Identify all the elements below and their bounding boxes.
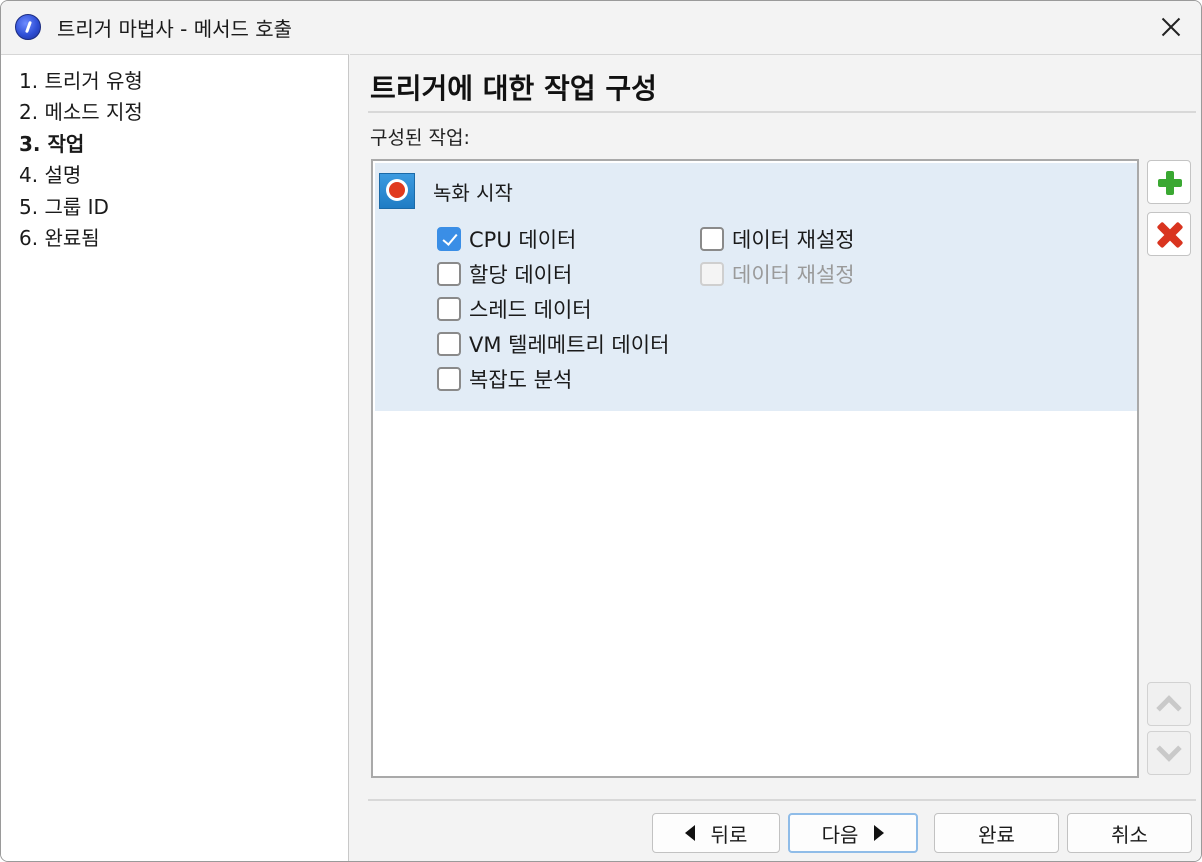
checkbox-box[interactable] (437, 262, 461, 286)
trigger-wizard-window: 트리거 마법사 - 메서드 호출 1. 트리거 유형 2. 메소드 지정 3. … (0, 0, 1202, 862)
checkbox-box[interactable] (437, 297, 461, 321)
finish-label: 완료 (978, 822, 1015, 847)
add-action-button[interactable] (1147, 160, 1191, 204)
checkbox-thread-data[interactable]: 스레드 데이터 (437, 295, 592, 323)
checkbox-label: 스레드 데이터 (469, 298, 592, 322)
step-actions[interactable]: 3. 작업 (19, 128, 84, 158)
move-down-button[interactable] (1147, 731, 1191, 775)
checkbox-label: VM 텔레메트리 데이터 (469, 333, 670, 357)
close-icon[interactable] (1155, 11, 1187, 43)
triangle-right-icon (874, 825, 885, 841)
app-icon (15, 14, 41, 40)
chevron-up-icon (1156, 695, 1182, 721)
step-finished[interactable]: 6. 완료됨 (19, 222, 100, 252)
checkbox-vm-telemetry-data[interactable]: VM 텔레메트리 데이터 (437, 330, 669, 358)
checkbox-label: 데이터 재설정 (732, 263, 855, 287)
action-title: 녹화 시작 (433, 181, 513, 205)
checkbox-label: 복잡도 분석 (469, 368, 573, 392)
back-button[interactable]: 뒤로 (652, 813, 780, 853)
step-specify-method[interactable]: 2. 메소드 지정 (19, 96, 143, 126)
configured-actions-label: 구성된 작업: (370, 127, 470, 149)
move-up-button[interactable] (1147, 682, 1191, 726)
triangle-left-icon (684, 825, 695, 841)
title-bar: 트리거 마법사 - 메서드 호출 (1, 1, 1201, 53)
main-panel: 트리거에 대한 작업 구성 구성된 작업: 녹화 시작 CPU 데이터 할당 데… (350, 54, 1201, 861)
step-trigger-type[interactable]: 1. 트리거 유형 (19, 65, 143, 95)
checkbox-box[interactable] (437, 227, 461, 251)
checkbox-reset-data-disabled: 데이터 재설정 (700, 260, 855, 288)
list-item-start-recording[interactable]: 녹화 시작 CPU 데이터 할당 데이터 스레드 데이터 VM 텔레메트리 데이… (375, 163, 1137, 411)
checkbox-complexity-analysis[interactable]: 복잡도 분석 (437, 365, 572, 393)
window-title: 트리거 마법사 - 메서드 호출 (57, 17, 293, 41)
checkbox-label: CPU 데이터 (469, 228, 577, 252)
remove-action-button[interactable] (1147, 212, 1191, 256)
finish-button[interactable]: 완료 (934, 813, 1059, 853)
checkbox-box (700, 262, 724, 286)
checkbox-box[interactable] (437, 332, 461, 356)
page-title: 트리거에 대한 작업 구성 (370, 72, 657, 105)
cancel-label: 취소 (1111, 822, 1148, 847)
actions-list[interactable]: 녹화 시작 CPU 데이터 할당 데이터 스레드 데이터 VM 텔레메트리 데이… (371, 159, 1139, 778)
back-label: 뒤로 (710, 822, 748, 847)
checkbox-label: 데이터 재설정 (732, 228, 855, 252)
wizard-steps-sidebar: 1. 트리거 유형 2. 메소드 지정 3. 작업 4. 설명 5. 그룹 ID… (1, 54, 349, 861)
checkbox-allocation-data[interactable]: 할당 데이터 (437, 260, 572, 288)
next-button[interactable]: 다음 (788, 813, 918, 853)
heading-divider (368, 111, 1196, 113)
cancel-button[interactable]: 취소 (1067, 813, 1192, 853)
x-icon (1157, 222, 1183, 248)
checkbox-cpu-data[interactable]: CPU 데이터 (437, 225, 576, 253)
chevron-down-icon (1156, 736, 1182, 762)
checkbox-reset-data[interactable]: 데이터 재설정 (700, 225, 855, 253)
step-group-id[interactable]: 5. 그룹 ID (19, 191, 109, 221)
step-description[interactable]: 4. 설명 (19, 159, 81, 189)
plus-icon (1158, 171, 1182, 195)
checkbox-label: 할당 데이터 (469, 263, 573, 287)
record-icon (379, 173, 415, 209)
next-label: 다음 (821, 822, 859, 847)
footer-divider (368, 799, 1196, 801)
checkbox-box[interactable] (437, 367, 461, 391)
checkbox-box[interactable] (700, 227, 724, 251)
